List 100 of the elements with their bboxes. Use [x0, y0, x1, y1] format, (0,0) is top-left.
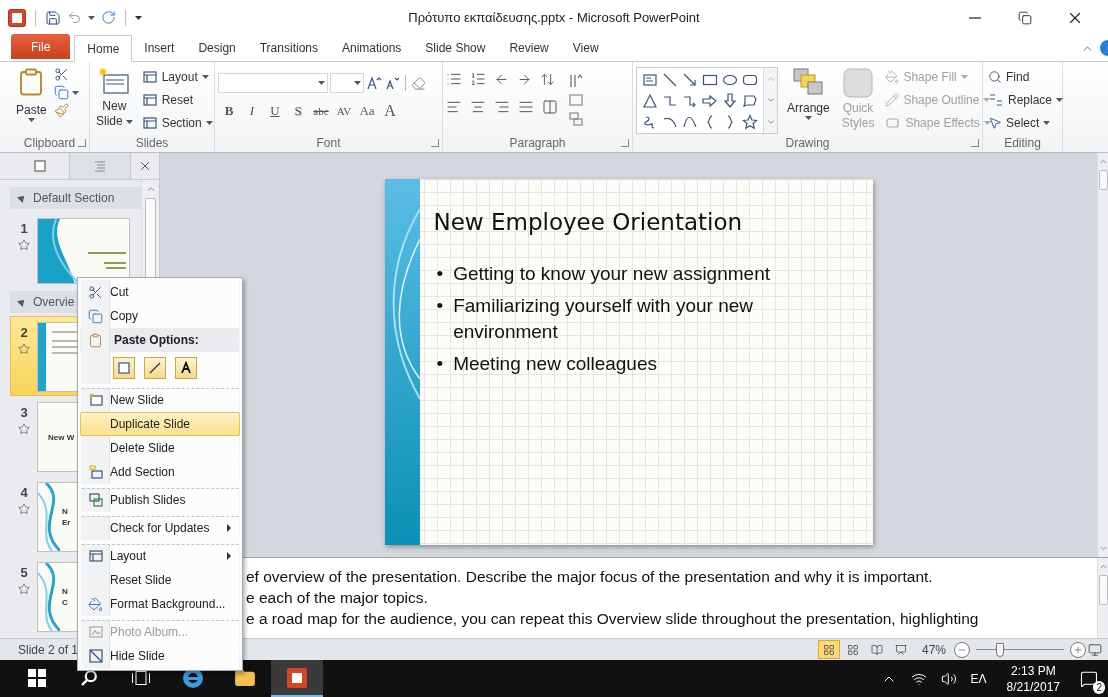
paste-keep-source-button[interactable]	[113, 357, 135, 379]
paste-button[interactable]: Paste	[13, 65, 50, 124]
font-format-button[interactable]: A	[379, 101, 401, 121]
ribbon-tab[interactable]: Insert	[132, 35, 187, 61]
menu-item[interactable]: Delete Slide	[80, 436, 240, 460]
ribbon-tab[interactable]: Animations	[330, 35, 414, 61]
view-button[interactable]	[817, 640, 840, 659]
align-left-icon[interactable]	[446, 99, 462, 115]
scroll-down-icon[interactable]	[1098, 544, 1108, 553]
ribbon-tab[interactable]: View	[560, 35, 611, 61]
language-indicator[interactable]: ΕΛ	[970, 671, 987, 686]
columns-icon[interactable]	[542, 99, 558, 115]
menu-item[interactable]: Cut	[80, 280, 240, 304]
callout-icon[interactable]	[742, 92, 758, 109]
zoom-thumb[interactable]	[995, 642, 1004, 657]
menu-item[interactable]: Hide Slide	[80, 644, 240, 668]
group-label: Drawing	[785, 136, 830, 150]
ribbon-tab[interactable]: File	[11, 34, 71, 59]
arrange-button[interactable]: Arrange	[784, 65, 833, 122]
font-format-button[interactable]: abc	[310, 101, 332, 121]
zoom-in-button[interactable]	[1070, 641, 1086, 658]
volume-icon[interactable]	[940, 670, 957, 687]
font-size-field[interactable]	[330, 73, 364, 93]
line-spacing-icon[interactable]	[540, 71, 555, 87]
new-slide-button[interactable]: New Slide	[93, 65, 136, 131]
redo-icon[interactable]	[101, 10, 116, 25]
menu-item[interactable]: Reset Slide	[80, 568, 240, 592]
notifications-icon[interactable]	[1080, 669, 1098, 688]
slides-command-button[interactable]: Section	[139, 113, 215, 133]
font-format-button[interactable]: U	[264, 101, 286, 121]
presentation-app-icon	[286, 666, 308, 689]
grow-font-icon[interactable]	[366, 75, 382, 91]
menu-item[interactable]: Layout	[80, 544, 240, 568]
time: 2:13 PM	[1010, 663, 1056, 678]
cut-icon[interactable]	[53, 67, 69, 82]
taskbar-app[interactable]	[271, 660, 323, 697]
launcher-icon[interactable]	[621, 139, 629, 147]
ribbon-tab[interactable]: Design	[186, 35, 248, 61]
slides-command-button[interactable]: Reset	[139, 90, 215, 110]
font-format-button[interactable]: S	[287, 101, 309, 121]
bullets-icon[interactable]	[446, 71, 462, 87]
numbering-icon[interactable]	[470, 71, 486, 87]
new-slide-icon	[87, 392, 104, 408]
scroll-up-icon[interactable]	[1098, 157, 1108, 166]
notes-text: ef overview of the presentation. Describe the major focus of the presentation and why it is important.	[246, 567, 934, 587]
arrow-icon[interactable]	[682, 71, 698, 88]
menu-item[interactable]: Add Section	[80, 460, 240, 484]
ribbon-tab[interactable]: Home	[74, 35, 133, 62]
menu-item[interactable]: Duplicate Slide	[80, 412, 240, 436]
powerpoint-icon[interactable]	[8, 8, 26, 27]
down-arrow-icon[interactable]	[722, 92, 738, 109]
line-icon[interactable]	[662, 71, 678, 88]
zoom-out-button[interactable]	[954, 641, 970, 658]
font-format-button[interactable]: I	[241, 101, 263, 121]
caret-icon	[201, 75, 209, 79]
ribbon-tab[interactable]: Review	[497, 35, 561, 61]
save-icon[interactable]	[45, 9, 61, 26]
shrink-font-icon[interactable]	[384, 75, 400, 91]
format-painter-icon[interactable]	[53, 103, 69, 118]
scrollbar-thumb[interactable]	[1098, 170, 1108, 190]
caret-icon	[983, 121, 991, 125]
justify-icon[interactable]	[518, 99, 534, 115]
caret-icon	[318, 81, 325, 85]
scrollbar-thumb[interactable]	[1098, 575, 1108, 605]
menu-item[interactable]: Format Background...	[80, 592, 240, 616]
fit-to-window-icon[interactable]	[1088, 642, 1102, 657]
launcher-icon[interactable]	[78, 139, 86, 147]
font-format-button[interactable]: AV	[333, 101, 355, 121]
smartart-icon[interactable]	[568, 111, 584, 127]
caret-icon	[27, 118, 35, 122]
triangle-icon[interactable]	[642, 92, 658, 109]
group-label: Paragraph	[509, 136, 566, 150]
menu-item[interactable]: New Slide	[80, 388, 240, 412]
zoom-level[interactable]: 47%	[921, 642, 946, 657]
font-name-field[interactable]	[218, 73, 328, 93]
menu-item[interactable]: Copy	[80, 304, 240, 328]
caret-icon	[205, 121, 213, 125]
menu-item[interactable]: Publish Slides	[80, 488, 240, 512]
align-center-icon[interactable]	[470, 99, 486, 115]
clock[interactable]: 2:13 PM 8/21/2017	[1006, 663, 1060, 694]
align-right-icon[interactable]	[494, 99, 510, 115]
effects-icon	[885, 115, 902, 131]
font-format-button[interactable]: B	[218, 101, 240, 121]
paste-text-only-button[interactable]	[175, 357, 197, 379]
launcher-icon[interactable]	[971, 139, 979, 147]
star-icon[interactable]	[742, 113, 758, 130]
ribbon-tab[interactable]: Slide Show	[413, 35, 498, 61]
slides-command-button[interactable]: Layout	[139, 67, 215, 87]
copy-icon[interactable]	[53, 85, 69, 100]
launcher-icon[interactable]	[431, 139, 439, 147]
ribbon-tab[interactable]: Transitions	[247, 35, 330, 61]
scroll-up-icon[interactable]	[1098, 562, 1108, 571]
menu-item[interactable]: Check for Updates	[80, 516, 240, 540]
scroll-up-icon[interactable]	[145, 184, 156, 194]
undo-icon[interactable]	[67, 10, 82, 25]
section-header[interactable]: Default Section	[10, 187, 141, 209]
right-arrow-icon[interactable]	[702, 92, 718, 109]
font-format-button[interactable]: Aa	[356, 101, 378, 121]
paste-picture-button[interactable]	[144, 357, 166, 379]
clear-formatting-icon[interactable]	[411, 75, 426, 91]
